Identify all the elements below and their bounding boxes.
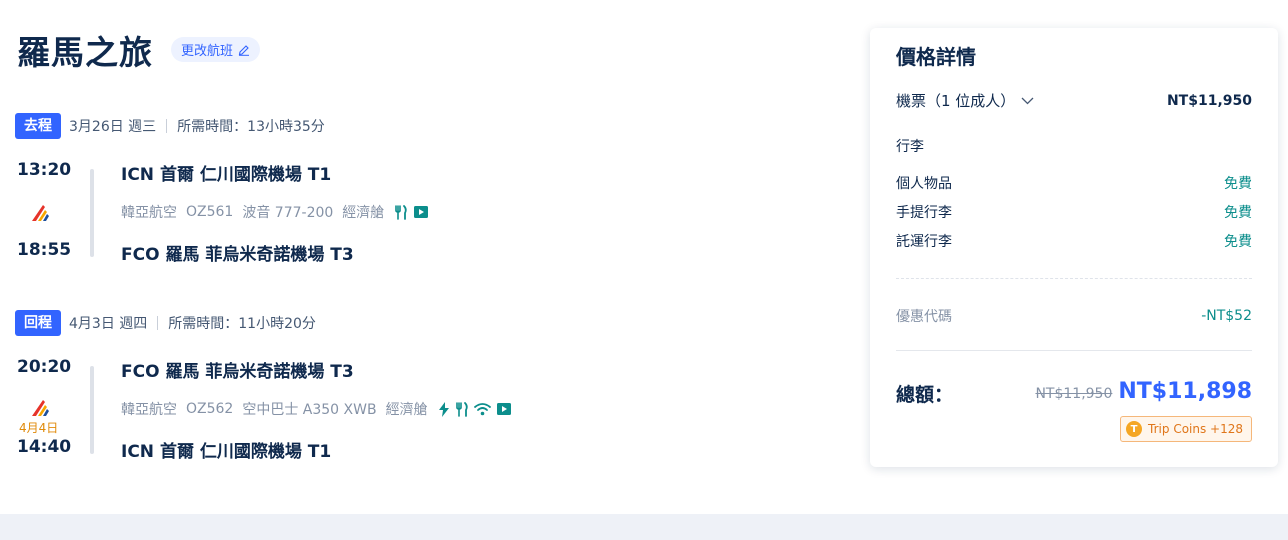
- baggage-value: 免費: [1224, 234, 1252, 250]
- promo-label: 優惠代碼: [896, 309, 952, 325]
- ticket-value: NT$11,950: [1166, 92, 1252, 109]
- entertainment-icon: [413, 205, 429, 219]
- price-details-title: 價格詳情: [896, 45, 976, 69]
- arrive-time: 14:40: [17, 437, 72, 457]
- page-title: 羅馬之旅: [17, 33, 153, 72]
- flight-info: 韓亞航空 OZ561 波音 777-200 經濟艙: [121, 202, 429, 222]
- cabin-class: 經濟艙: [342, 205, 385, 221]
- wifi-icon: [473, 402, 491, 416]
- from-airport: FCO 羅馬 菲烏米奇諾機場 T3: [121, 362, 354, 382]
- footer-band: [0, 514, 1288, 540]
- baggage-value: 免費: [1224, 205, 1252, 221]
- baggage-value: 免費: [1224, 176, 1252, 192]
- flight-number: OZ562: [186, 401, 234, 417]
- to-airport: FCO 羅馬 菲烏米奇諾機場 T3: [121, 245, 354, 265]
- total-price: NT$11,898: [1118, 379, 1252, 404]
- baggage-label: 個人物品: [896, 176, 952, 192]
- segment-date: 4月3日 週四: [69, 316, 148, 332]
- baggage-label: 託運行李: [896, 234, 952, 250]
- baggage-label: 手提行李: [896, 205, 952, 221]
- power-icon: [438, 401, 450, 417]
- divider: [166, 119, 168, 133]
- promo-row: 優惠代碼 -NT$52: [896, 306, 1252, 326]
- entertainment-icon: [496, 402, 512, 416]
- airline-name: 韓亞航空: [121, 205, 177, 221]
- trip-coins-label: Trip Coins +128: [1148, 422, 1243, 436]
- aircraft-type: 波音 777-200: [242, 205, 334, 221]
- meal-icon: [455, 401, 469, 417]
- ticket-label: 機票（1 位成人）: [896, 92, 1016, 110]
- change-flight-button[interactable]: 更改航班: [171, 37, 261, 62]
- from-airport: ICN 首爾 仁川國際機場 T1: [121, 165, 332, 185]
- segment-date: 3月26日 週三: [69, 119, 157, 135]
- trip-coins-badge: T Trip Coins +128: [1120, 416, 1252, 442]
- baggage-row: 託運行李 免費: [896, 231, 1252, 251]
- baggage-row: 手提行李 免費: [896, 202, 1252, 222]
- price-details-card: 價格詳情 機票（1 位成人） NT$11,950 行李 個人物品 免費 手提行李…: [870, 28, 1278, 467]
- timeline: [90, 169, 94, 257]
- timeline: [90, 366, 94, 454]
- total-price-group: NT$11,950 NT$11,898: [1035, 379, 1252, 404]
- ticket-toggle[interactable]: 機票（1 位成人）: [896, 90, 1034, 111]
- ticket-row: 機票（1 位成人） NT$11,950: [896, 90, 1252, 111]
- airline-name: 韓亞航空: [121, 402, 177, 418]
- segment-duration: 所需時間：11小時20分: [168, 316, 316, 332]
- return-segment: 回程 4月3日 週四 所需時間：11小時20分 20:20 4月4日 14:40…: [15, 310, 835, 470]
- edit-icon: [238, 44, 250, 56]
- change-flight-label: 更改航班: [181, 44, 234, 59]
- total-label: 總額：: [896, 384, 954, 406]
- depart-time: 13:20: [17, 160, 72, 180]
- baggage-row: 個人物品 免費: [896, 173, 1252, 193]
- to-airport: ICN 首爾 仁川國際機場 T1: [121, 442, 332, 462]
- promo-value: -NT$52: [1201, 308, 1252, 324]
- segment-tag: 回程: [15, 310, 61, 336]
- next-day-date: 4月4日: [19, 421, 59, 435]
- flight-number: OZ561: [186, 204, 234, 220]
- asiana-logo-icon: [32, 205, 49, 221]
- baggage-heading: 行李: [896, 139, 924, 155]
- coin-icon: T: [1126, 421, 1143, 437]
- asiana-logo-icon: [32, 400, 49, 416]
- aircraft-type: 空中巴士 A350 XWB: [242, 402, 377, 418]
- segment-duration: 所需時間：13小時35分: [177, 119, 325, 135]
- depart-time: 20:20: [17, 357, 72, 377]
- original-total: NT$11,950: [1035, 386, 1113, 402]
- cabin-class: 經濟艙: [385, 402, 428, 418]
- divider: [157, 316, 159, 330]
- outbound-segment: 去程 3月26日 週三 所需時間：13小時35分 13:20 18:55 ICN…: [15, 113, 835, 273]
- meal-icon: [394, 204, 408, 220]
- divider: [896, 350, 1252, 351]
- flight-info: 韓亞航空 OZ562 空中巴士 A350 XWB 經濟艙: [121, 399, 512, 419]
- segment-tag: 去程: [15, 113, 61, 139]
- chevron-down-icon: [1021, 97, 1034, 104]
- arrive-time: 18:55: [17, 240, 72, 260]
- divider: [896, 278, 1252, 279]
